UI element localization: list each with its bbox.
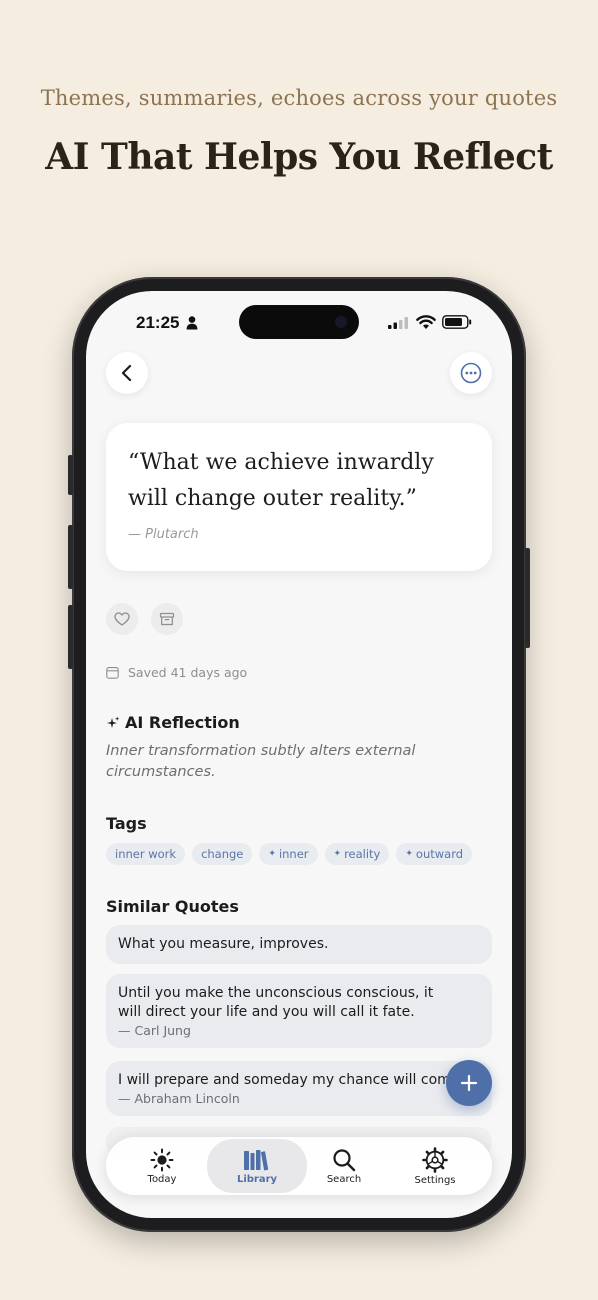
tag-chip[interactable]: inner work — [106, 843, 186, 865]
magnifying-glass-icon — [333, 1148, 356, 1171]
status-time: 21:25 — [136, 313, 180, 332]
tag-chip[interactable]: change — [192, 843, 253, 865]
battery-icon — [442, 315, 472, 329]
tab-search[interactable]: Search — [298, 1137, 390, 1195]
tag-chip-ai[interactable]: ✦ outward — [396, 843, 473, 865]
ai-reflection-title: AI Reflection — [125, 713, 240, 732]
saved-date-row: Saved 41 days ago — [106, 665, 247, 680]
gear-icon — [422, 1146, 448, 1173]
ellipsis-circle-icon — [460, 362, 482, 384]
similar-quote-card[interactable]: I will prepare and someday my chance wil… — [106, 1061, 492, 1116]
tab-bar: Today Library Search Settings — [106, 1137, 492, 1195]
tags-list: inner work change ✦ inner ✦ reality ✦ outwa… — [106, 843, 473, 865]
similar-quote-author: — Abraham Lincoln — [118, 1091, 240, 1106]
calendar-icon — [106, 667, 119, 679]
quote-text: “What we achieve inwardly will change ou… — [128, 450, 434, 511]
heart-icon — [114, 612, 130, 626]
app-screen: 21:25 “What we achieve inwardly will cha… — [86, 291, 512, 1218]
tab-library[interactable]: Library — [207, 1139, 307, 1193]
archive-button[interactable] — [151, 603, 183, 635]
sun-icon — [150, 1148, 174, 1171]
books-icon — [244, 1149, 269, 1170]
person-icon — [186, 316, 198, 330]
ai-reflection-text: Inner transformation subtly alters exter… — [106, 743, 416, 780]
tag-chip-ai[interactable]: ✦ inner — [259, 843, 318, 865]
tag-label: change — [201, 847, 244, 861]
similar-quote-text: Until you make the unconscious conscious… — [118, 985, 434, 1020]
sparkle-icon: ✦ — [268, 849, 276, 859]
similar-quote-author: — Carl Jung — [118, 1023, 191, 1038]
tags-heading: Tags — [106, 814, 147, 833]
phone-side-button — [68, 525, 73, 589]
back-button[interactable] — [106, 352, 148, 394]
phone-side-button — [525, 548, 530, 648]
chevron-left-icon — [121, 364, 132, 382]
tag-label: inner work — [115, 847, 177, 861]
tab-today[interactable]: Today — [116, 1137, 208, 1195]
phone-side-button — [68, 605, 73, 669]
similar-quote-card[interactable]: Until you make the unconscious conscious… — [106, 974, 492, 1048]
archive-icon — [159, 612, 175, 626]
tag-chip-ai[interactable]: ✦ reality — [324, 843, 390, 865]
sparkle-icon: ✦ — [405, 849, 413, 859]
similar-quotes-heading: Similar Quotes — [106, 897, 239, 916]
tag-label: inner — [278, 847, 309, 861]
tag-label: outward — [415, 847, 464, 861]
tab-library-label: Library — [236, 1173, 278, 1185]
favorite-button[interactable] — [106, 603, 138, 635]
similar-quote-card[interactable]: What you measure, improves. — [106, 925, 492, 964]
tab-today-label: Today — [147, 1173, 177, 1185]
quote-card: “What we achieve inwardly will change ou… — [106, 423, 492, 571]
tab-search-label: Search — [326, 1173, 362, 1185]
ai-reflection-heading: AI Reflection — [106, 713, 240, 732]
signal-icon — [388, 317, 408, 329]
quote-author: — Plutarch — [128, 527, 199, 542]
plus-icon — [460, 1074, 478, 1092]
promo-title: AI That Helps You Reflect — [45, 136, 553, 178]
more-options-button[interactable] — [450, 352, 492, 394]
sparkles-icon — [107, 716, 120, 728]
tab-settings[interactable]: Settings — [389, 1137, 481, 1195]
sparkle-icon: ✦ — [333, 849, 342, 859]
similar-quote-text: I will prepare and someday my chance wil… — [118, 1072, 464, 1088]
tag-label: reality — [344, 847, 381, 861]
dynamic-island — [239, 305, 359, 339]
promo-subtitle: Themes, summaries, echoes across your qu… — [40, 86, 558, 110]
phone-side-button — [68, 455, 73, 495]
similar-quote-text: What you measure, improves. — [118, 936, 329, 952]
add-quote-button[interactable] — [446, 1060, 492, 1106]
wifi-icon — [416, 315, 436, 329]
tab-settings-label: Settings — [414, 1174, 456, 1186]
saved-date: Saved 41 days ago — [128, 665, 248, 680]
